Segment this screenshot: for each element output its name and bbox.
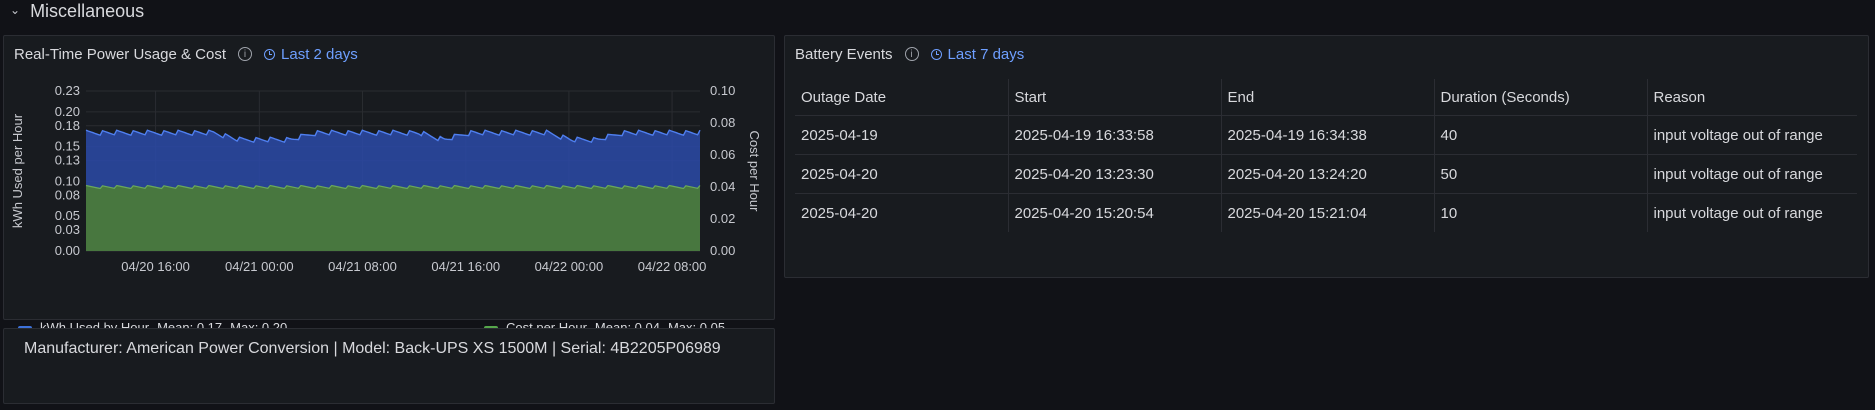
x-tick-label: 04/22 08:00 xyxy=(638,259,707,274)
y2-axis-label: Cost per Hour xyxy=(747,131,762,213)
y-axis-label: kWh Used per Hour xyxy=(10,113,25,228)
clock-icon xyxy=(930,48,942,60)
y2-tick-label: 0.06 xyxy=(710,147,735,162)
y2-tick-label: 0.08 xyxy=(710,115,735,130)
x-tick-label: 04/21 16:00 xyxy=(431,259,500,274)
table-row: 2025-04-20 2025-04-20 15:20:54 2025-04-2… xyxy=(795,193,1857,232)
row-header-miscellaneous[interactable]: ⌄ Miscellaneous xyxy=(10,0,144,22)
column-header[interactable]: Duration (Seconds) xyxy=(1434,79,1648,116)
panel-header: Battery Events i Last 7 days xyxy=(795,44,1024,64)
table-cell: 2025-04-19 16:34:38 xyxy=(1221,115,1435,155)
y-tick-label: 0.23 xyxy=(55,83,80,98)
x-tick-label: 04/21 08:00 xyxy=(328,259,397,274)
y-tick-label: 0.13 xyxy=(55,153,80,168)
table-cell: 50 xyxy=(1434,154,1648,194)
y-tick-label: 0.00 xyxy=(55,243,80,258)
y2-tick-label: 0.04 xyxy=(710,179,735,194)
info-icon[interactable]: i xyxy=(904,47,919,61)
power-chart[interactable]: 0.230.200.180.150.130.100.080.050.030.00… xyxy=(4,36,776,316)
y2-tick-label: 0.10 xyxy=(710,83,735,98)
panel-title: Battery Events xyxy=(795,45,893,63)
y-tick-label: 0.08 xyxy=(55,187,80,202)
column-header[interactable]: End xyxy=(1221,79,1435,116)
table-cell: input voltage out of range xyxy=(1647,193,1857,232)
column-header[interactable]: Start xyxy=(1008,79,1222,116)
y-tick-label: 0.20 xyxy=(55,104,80,119)
y-tick-label: 0.03 xyxy=(55,222,80,237)
battery-events-table: Outage Date Start End Duration (Seconds)… xyxy=(795,79,1857,232)
battery-events-panel: Battery Events i Last 7 days Outage Date… xyxy=(784,35,1869,278)
column-header[interactable]: Outage Date xyxy=(795,79,1009,116)
table-cell: 2025-04-20 15:20:54 xyxy=(1008,193,1222,232)
table-cell: 10 xyxy=(1434,193,1648,232)
table-cell: input voltage out of range xyxy=(1647,115,1857,155)
x-tick-label: 04/21 00:00 xyxy=(225,259,294,274)
x-tick-label: 04/20 16:00 xyxy=(121,259,190,274)
table-cell: 2025-04-20 xyxy=(795,154,1009,194)
table-cell: 2025-04-20 13:24:20 xyxy=(1221,154,1435,194)
row-title: Miscellaneous xyxy=(30,0,145,21)
device-info-text: Manufacturer: American Power Conversion … xyxy=(24,340,721,357)
table-cell: input voltage out of range xyxy=(1647,154,1857,194)
table-row: 2025-04-20 2025-04-20 13:23:30 2025-04-2… xyxy=(795,154,1857,194)
y-tick-label: 0.05 xyxy=(55,208,80,223)
table-cell: 2025-04-20 xyxy=(795,193,1009,232)
table-header-row: Outage Date Start End Duration (Seconds)… xyxy=(795,79,1857,116)
table-cell: 2025-04-19 16:33:58 xyxy=(1008,115,1222,155)
y-tick-label: 0.15 xyxy=(55,139,80,154)
y-tick-label: 0.18 xyxy=(55,118,80,133)
table-cell: 2025-04-19 xyxy=(795,115,1009,155)
series-area-cost xyxy=(86,185,700,251)
y-tick-label: 0.10 xyxy=(55,173,80,188)
table-cell: 40 xyxy=(1434,115,1648,155)
time-range-badge[interactable]: Last 7 days xyxy=(930,45,1025,63)
power-usage-panel: Real-Time Power Usage & Cost i Last 2 da… xyxy=(3,35,776,335)
column-header[interactable]: Reason xyxy=(1647,79,1857,116)
y2-tick-label: 0.00 xyxy=(710,243,735,258)
time-range-label: Last 7 days xyxy=(947,45,1025,63)
table-row: 2025-04-19 2025-04-19 16:33:58 2025-04-1… xyxy=(795,115,1857,155)
x-tick-label: 04/22 00:00 xyxy=(535,259,604,274)
table-cell: 2025-04-20 13:23:30 xyxy=(1008,154,1222,194)
table-cell: 2025-04-20 15:21:04 xyxy=(1221,193,1435,232)
y2-tick-label: 0.02 xyxy=(710,211,735,226)
chevron-down-icon[interactable]: ⌄ xyxy=(10,3,20,17)
